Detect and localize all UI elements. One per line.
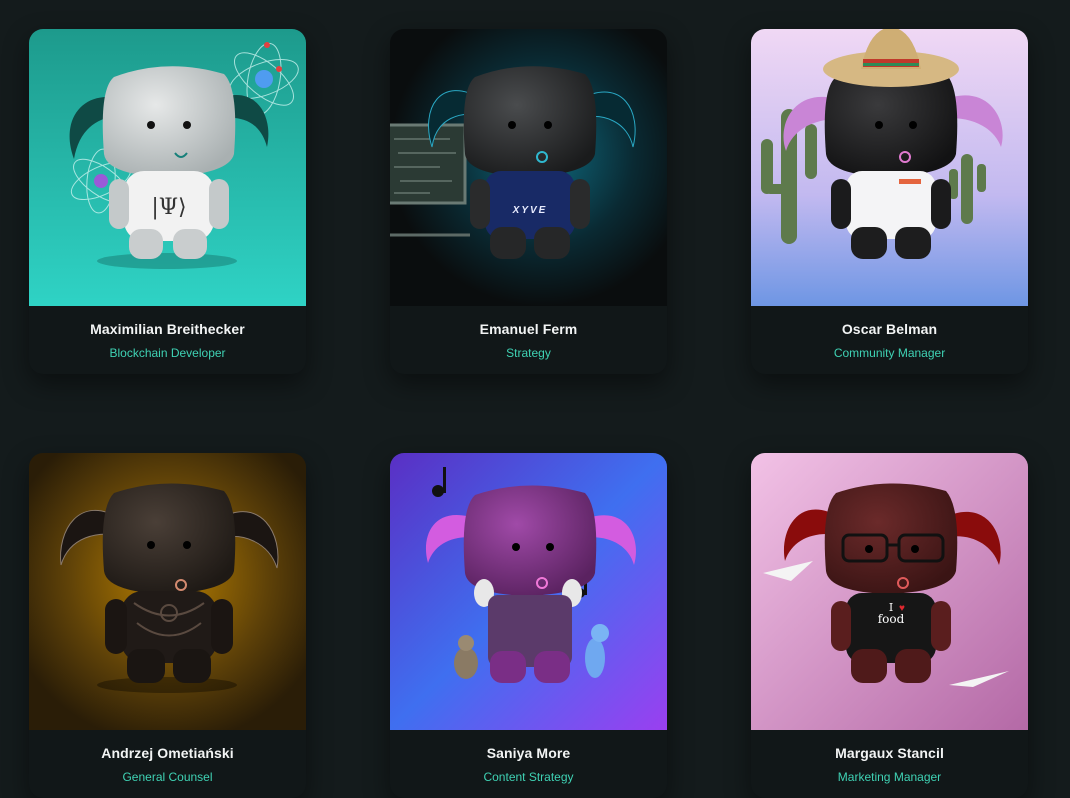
team-card-maximilian[interactable]: |Ψ⟩ Maximilian Breithecker Blockchain De…: [29, 29, 306, 374]
character-scientist-icon: |Ψ⟩: [29, 29, 306, 306]
team-card-oscar[interactable]: Oscar Belman Community Manager: [751, 29, 1028, 374]
shirt-text: XYVE: [512, 205, 548, 216]
member-role: General Counsel: [122, 770, 213, 784]
member-name: Margaux Stancil: [835, 745, 944, 761]
svg-text:|Ψ⟩: |Ψ⟩: [151, 195, 186, 220]
card-info: Saniya More Content Strategy: [390, 730, 667, 798]
card-info: Margaux Stancil Marketing Manager: [751, 730, 1028, 798]
member-name: Saniya More: [486, 745, 571, 761]
card-info: Andrzej Ometiański General Counsel: [29, 730, 306, 798]
member-role: Marketing Manager: [837, 770, 942, 784]
team-card-saniya[interactable]: Saniya More Content Strategy: [390, 453, 667, 798]
card-info: Oscar Belman Community Manager: [751, 306, 1028, 374]
character-food-icon: I ♥ food: [751, 453, 1028, 730]
member-role: Content Strategy: [483, 770, 574, 784]
member-role: Blockchain Developer: [109, 346, 226, 360]
character-sombrero-icon: [751, 29, 1028, 306]
member-role: Community Manager: [833, 346, 946, 360]
character-tattoo-icon: [29, 453, 306, 730]
team-card-andrzej[interactable]: Andrzej Ometiański General Counsel: [29, 453, 306, 798]
member-role: Strategy: [506, 346, 551, 360]
member-name: Emanuel Ferm: [479, 321, 578, 337]
team-card-margaux[interactable]: I ♥ food Margaux Stancil Marketing Manag…: [751, 453, 1028, 798]
card-info: Maximilian Breithecker Blockchain Develo…: [29, 306, 306, 374]
member-name: Maximilian Breithecker: [90, 321, 245, 337]
character-strategy-icon: XYVE: [390, 29, 667, 306]
character-music-icon: [390, 453, 667, 730]
team-grid: |Ψ⟩ Maximilian Breithecker Blockchain De…: [0, 0, 1070, 798]
shirt-text-bottom: food: [878, 612, 905, 626]
team-card-emanuel[interactable]: XYVE Emanuel Ferm Strategy: [390, 29, 667, 374]
member-name: Andrzej Ometiański: [101, 745, 234, 761]
card-info: Emanuel Ferm Strategy: [390, 306, 667, 374]
member-name: Oscar Belman: [841, 321, 938, 337]
